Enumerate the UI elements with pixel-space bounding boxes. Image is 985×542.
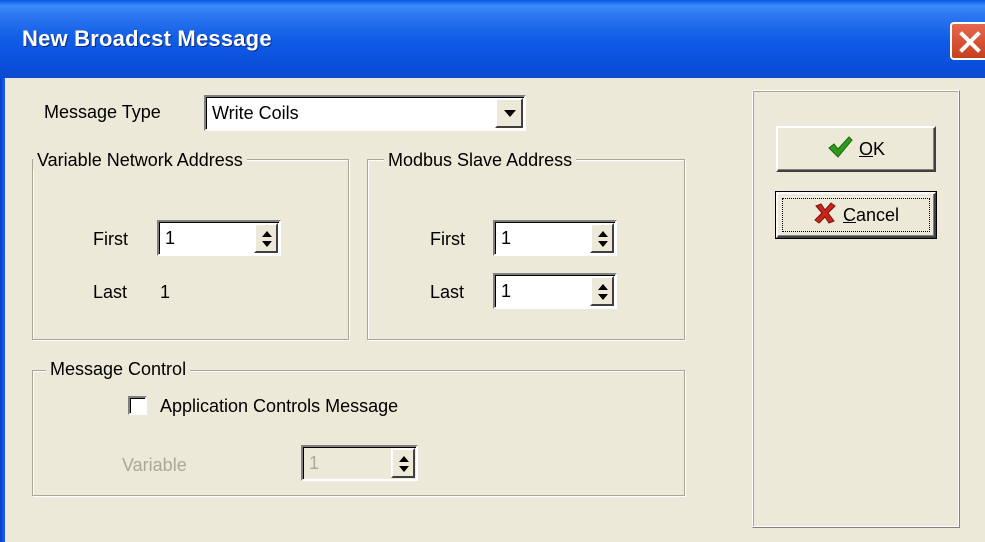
cancel-mnemonic: C (842, 204, 856, 225)
message-type-dropdown[interactable]: Write Coils (204, 95, 526, 131)
msa-last-spin-button[interactable] (590, 276, 614, 306)
close-button[interactable] (950, 22, 985, 60)
msa-last-spinner[interactable]: 1 (493, 273, 617, 309)
cancel-button[interactable]: Cancel (775, 191, 937, 239)
x-icon (813, 201, 837, 230)
ok-mnemonic: O (858, 138, 873, 159)
checkmark-icon (827, 135, 853, 164)
window-border (0, 78, 5, 542)
ok-label: OK (859, 139, 885, 160)
vna-first-spin-button[interactable] (254, 223, 278, 253)
msa-last-value: 1 (501, 281, 512, 301)
msa-first-label: First (430, 229, 465, 249)
msa-first-value: 1 (501, 228, 512, 248)
variable-network-address-title: Variable Network Address (33, 151, 247, 169)
cancel-label-rest: ancel (855, 204, 900, 225)
message-type-label: Message Type (44, 102, 161, 122)
ok-label-rest: K (873, 138, 886, 159)
modbus-slave-address-title: Modbus Slave Address (384, 151, 577, 169)
window-title: New Broadcst Message (22, 26, 272, 51)
application-controls-checkbox[interactable] (128, 396, 147, 415)
dropdown-button[interactable] (495, 98, 523, 128)
vna-first-value: 1 (165, 228, 176, 248)
variable-spinner[interactable]: 1 (301, 445, 418, 481)
variable-spin-button[interactable] (391, 448, 415, 478)
vna-last-value: 1 (160, 282, 171, 302)
message-control-title: Message Control (46, 360, 191, 378)
variable-value: 1 (309, 453, 320, 473)
cancel-label: Cancel (843, 205, 899, 226)
msa-first-spin-button[interactable] (590, 223, 614, 253)
ok-button[interactable]: OK (776, 126, 936, 172)
vna-first-spinner[interactable]: 1 (157, 220, 281, 256)
msa-first-spinner[interactable]: 1 (493, 220, 617, 256)
title-bar[interactable]: New Broadcst Message (0, 0, 985, 78)
variable-label: Variable (122, 455, 187, 475)
dialog-window: New Broadcst Message Message Type Write … (0, 0, 985, 542)
msa-last-label: Last (430, 282, 465, 302)
message-type-value: Write Coils (212, 103, 299, 123)
application-controls-label[interactable]: Application Controls Message (160, 397, 398, 415)
vna-first-label: First (93, 229, 128, 249)
vna-last-label: Last (93, 282, 128, 302)
